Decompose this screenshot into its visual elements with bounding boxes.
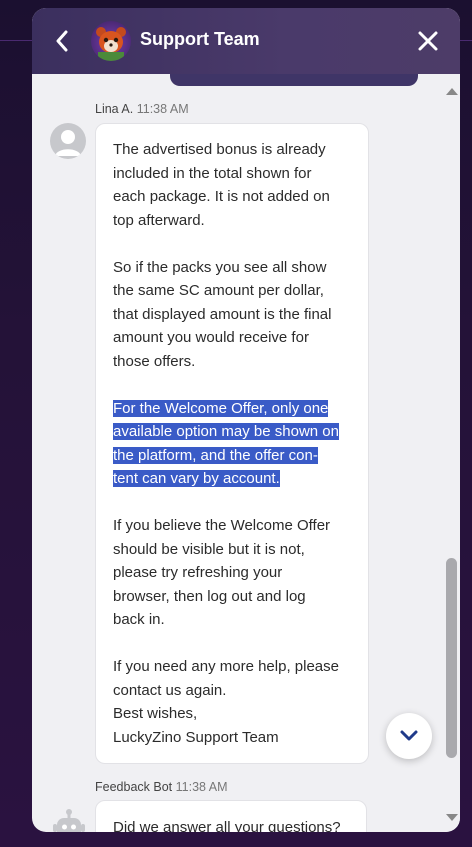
highlighted-paragraph[interactable]: For the Welcome Offer, only one availabl…: [113, 397, 350, 491]
scroll-up-arrow-icon[interactable]: [446, 88, 458, 95]
bot-message-meta: Feedback Bot 11:38 AM: [95, 780, 228, 794]
back-button[interactable]: [50, 27, 74, 55]
bot-avatar: [52, 808, 86, 832]
robot-icon: [53, 809, 85, 832]
message-paragraph: So if the packs you see all show the sam…: [113, 258, 332, 370]
chat-widget: Support Team Lina A. 11:38 AM The advert…: [32, 8, 460, 832]
bot-message-text: Did we answer all your questions?: [113, 819, 341, 832]
previous-message-bubble: [170, 74, 418, 86]
close-icon: [418, 31, 438, 51]
red-panda-logo-icon: [96, 27, 126, 61]
chat-header: Support Team: [32, 8, 460, 74]
message-paragraph: The advertised bonus is already included…: [113, 141, 330, 229]
sender-name: Lina A.: [95, 102, 134, 116]
chevron-left-icon: [56, 30, 68, 52]
agent-message-bubble: The advertised bonus is already included…: [95, 123, 369, 764]
message-paragraph: If you believe the Welcome Offer should …: [113, 517, 331, 628]
close-button[interactable]: [416, 29, 440, 53]
message-time: 11:38 AM: [136, 102, 189, 116]
bot-sender-name: Feedback Bot: [95, 780, 173, 794]
header-title: Support Team: [140, 29, 260, 49]
scrollbar[interactable]: [442, 78, 460, 832]
chevron-down-icon: [400, 730, 418, 741]
user-icon: [55, 130, 81, 156]
scrollbar-thumb[interactable]: [446, 558, 457, 758]
agent-avatar: [50, 123, 86, 159]
message-meta: Lina A. 11:38 AM: [95, 102, 189, 116]
support-team-avatar: [91, 21, 131, 61]
scroll-down-arrow-icon[interactable]: [446, 814, 458, 821]
scroll-down-button[interactable]: [386, 713, 432, 759]
bot-message-bubble: Did we answer all your questions?: [95, 800, 367, 832]
bot-message-time: 11:38 AM: [175, 780, 228, 794]
message-paragraph: If you need any more help, please contac…: [113, 658, 339, 746]
